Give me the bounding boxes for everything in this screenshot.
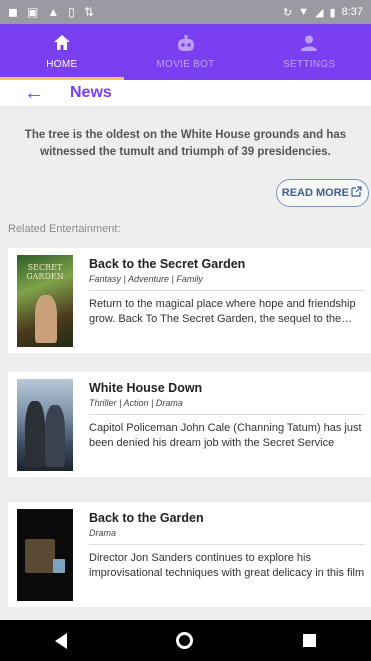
related-item-body: Back to the Garden Drama Director Jon Sa…: [73, 502, 371, 607]
article-summary: The tree is the oldest on the White Hous…: [24, 129, 347, 158]
related-item-genres: Drama: [89, 528, 365, 545]
status-time: 8:37: [341, 6, 363, 18]
related-label: Related Entertainment:: [8, 223, 121, 235]
poster-figure: [53, 559, 65, 573]
transfer-icon: ⇅: [83, 5, 94, 19]
signal-icon: ◢: [315, 6, 324, 19]
related-item[interactable]: SECRET GARDEN Back to the Secret Garden …: [8, 248, 371, 353]
page-title: News: [70, 84, 112, 101]
poster-figure: [25, 401, 45, 467]
alert-icon: ▲: [47, 5, 60, 19]
poster-figure: [45, 405, 65, 467]
nav-home-icon[interactable]: [176, 632, 194, 649]
poster-figure: [35, 295, 57, 343]
home-icon: [53, 34, 70, 55]
related-item-body: White House Down Thriller | Action | Dra…: [73, 372, 371, 477]
status-right-icons: ↻ ▼ ◢ ▮ 8:37: [283, 6, 363, 19]
related-item-description: Director Jon Sanders continues to explor…: [89, 552, 365, 579]
status-bar: ◼ ▣ ▲ ▯ ⇅ ↻ ▼ ◢ ▮ 8:37: [0, 0, 371, 24]
system-nav-bar: [0, 620, 371, 661]
news-content[interactable]: The tree is the oldest on the White Hous…: [0, 106, 371, 620]
tab-settings-label: SETTINGS: [282, 58, 336, 70]
top-tab-bar: HOME MOVIE BOT SETTINGS: [0, 24, 371, 80]
related-item-genres: Thriller | Action | Drama: [89, 398, 365, 415]
tab-home-label: HOME: [46, 58, 78, 70]
read-more-row: READ MORE: [0, 161, 371, 207]
movie-poster: [17, 379, 73, 471]
movie-poster: SECRET GARDEN: [17, 255, 73, 347]
read-more-button[interactable]: READ MORE: [275, 179, 369, 207]
external-link-icon: [351, 186, 362, 200]
related-item-title: Back to the Garden: [89, 511, 204, 525]
related-item-description: Capitol Policeman John Cale (Channing Ta…: [89, 422, 362, 449]
page-header: ← News: [0, 80, 371, 106]
tab-settings[interactable]: SETTINGS: [247, 24, 371, 80]
nav-recents-icon[interactable]: [303, 634, 317, 647]
sync-icon: ↻: [282, 6, 293, 19]
sim-icon: ▯: [68, 5, 75, 19]
related-item-title: Back to the Secret Garden: [89, 257, 246, 271]
robot-icon: [176, 34, 196, 55]
related-item[interactable]: Back to the Garden Drama Director Jon Sa…: [8, 502, 371, 607]
nav-back-icon[interactable]: [54, 632, 67, 649]
arrow-left-icon[interactable]: ←: [24, 83, 44, 103]
read-more-label: READ MORE: [281, 187, 349, 199]
related-item-genres: Fantasy | Adventure | Family: [89, 274, 365, 291]
person-icon: [301, 35, 318, 55]
battery-icon: ▮: [329, 6, 336, 19]
tab-movie-bot-label: MOVIE BOT: [156, 58, 215, 70]
notification-icon: ◼: [8, 5, 18, 19]
tab-home[interactable]: HOME: [0, 24, 124, 80]
related-item[interactable]: White House Down Thriller | Action | Dra…: [8, 372, 371, 477]
tab-movie-bot[interactable]: MOVIE BOT: [124, 24, 248, 80]
wifi-icon: ▼: [298, 6, 310, 18]
message-icon: ▣: [26, 5, 39, 19]
status-left-icons: ◼ ▣ ▲ ▯ ⇅: [8, 6, 94, 18]
poster-title: SECRET GARDEN: [26, 263, 64, 281]
poster-figure: [25, 539, 55, 573]
related-item-body: Back to the Secret Garden Fantasy | Adve…: [73, 248, 371, 353]
movie-poster: [17, 509, 73, 601]
related-item-title: White House Down: [89, 381, 203, 395]
related-item-description: Return to the magical place where hope a…: [89, 298, 356, 325]
